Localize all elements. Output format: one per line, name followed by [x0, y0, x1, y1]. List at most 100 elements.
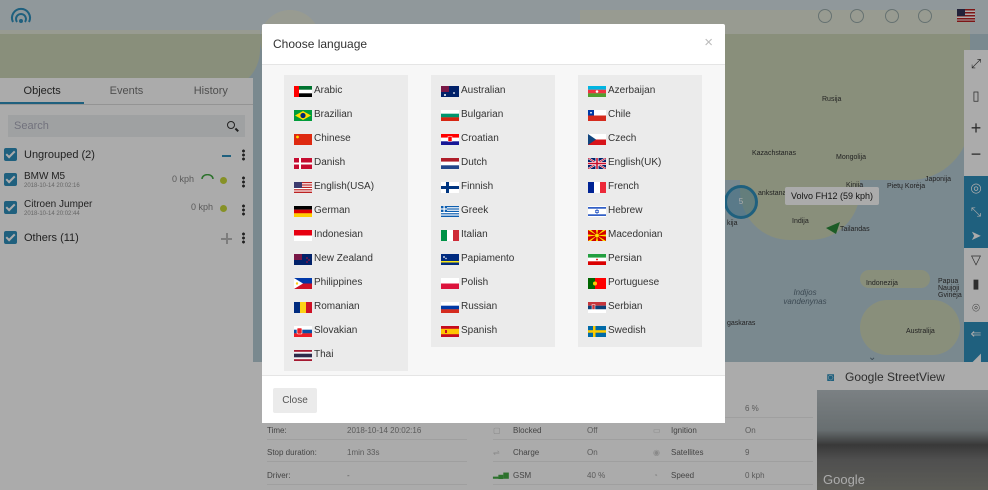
language-label: Serbian [608, 301, 643, 312]
flag-id-icon [294, 230, 312, 241]
language-option[interactable]: New Zealand [284, 247, 408, 271]
language-option[interactable]: Chinese [284, 127, 408, 151]
language-option[interactable]: Czech [578, 127, 702, 151]
language-option[interactable]: Macedonian [578, 223, 702, 247]
flag-us-icon [294, 182, 312, 193]
flag-nl-icon [441, 158, 459, 169]
language-label: Italian [461, 229, 488, 240]
language-label: Thai [314, 349, 334, 360]
flag-ru-icon [441, 302, 459, 313]
flag-se-icon [588, 326, 606, 337]
language-label: Croatian [461, 133, 499, 144]
flag-au-icon [441, 86, 459, 97]
language-dialog: Choose language × Arabic Brazilian Chinese… [262, 24, 725, 423]
flag-hr-icon [441, 134, 459, 145]
flag-br-icon [294, 110, 312, 121]
language-label: Chinese [314, 133, 351, 144]
language-option[interactable]: English(UK) [578, 151, 702, 175]
language-option[interactable]: Azerbaijan [578, 79, 702, 103]
dialog-footer: Close [262, 375, 725, 423]
flag-th-icon [294, 350, 312, 361]
language-option[interactable]: English(USA) [284, 175, 408, 199]
language-label: Swedish [608, 325, 646, 336]
language-option[interactable]: Hebrew [578, 199, 702, 223]
language-column: Arabic Brazilian Chinese Danish English(USA)… [284, 75, 408, 371]
language-option[interactable]: Persian [578, 247, 702, 271]
flag-rs-icon [588, 302, 606, 313]
language-option[interactable]: German [284, 199, 408, 223]
language-label: Polish [461, 277, 489, 288]
language-option[interactable]: Philippines [284, 271, 408, 295]
language-label: Finnish [461, 181, 494, 192]
language-label: German [314, 205, 351, 216]
language-option[interactable]: Thai [284, 343, 408, 367]
flag-ph-icon [294, 278, 312, 289]
flag-de-icon [294, 206, 312, 217]
language-option[interactable]: Portuguese [578, 271, 702, 295]
language-option[interactable]: Dutch [431, 151, 555, 175]
language-option[interactable]: Papiamento [431, 247, 555, 271]
language-option[interactable]: Chile [578, 103, 702, 127]
flag-dk-icon [294, 158, 312, 169]
flag-ae-icon [294, 86, 312, 97]
flag-fr-icon [588, 182, 606, 193]
language-option[interactable]: Italian [431, 223, 555, 247]
flag-ro-icon [294, 302, 312, 313]
flag-ir-icon [588, 254, 606, 265]
flag-gb-icon [588, 158, 606, 169]
language-option[interactable]: Arabic [284, 79, 408, 103]
language-label: Danish [314, 157, 346, 168]
flag-il-icon [588, 206, 606, 217]
language-option[interactable]: Bulgarian [431, 103, 555, 127]
flag-fi-icon [441, 182, 459, 193]
dialog-title: Choose language [273, 37, 368, 51]
language-label: Spanish [461, 325, 498, 336]
flag-cz-icon [588, 134, 606, 145]
language-label: Russian [461, 301, 498, 312]
language-option[interactable]: Russian [431, 295, 555, 319]
flag-cn-icon [294, 134, 312, 145]
language-label: Philippines [314, 277, 363, 288]
language-label: Bulgarian [461, 109, 504, 120]
language-option[interactable]: Swedish [578, 319, 702, 343]
language-option[interactable]: Serbian [578, 295, 702, 319]
language-option[interactable]: Greek [431, 199, 555, 223]
language-option[interactable]: Romanian [284, 295, 408, 319]
close-button[interactable]: Close [273, 388, 317, 413]
language-label: Chile [608, 109, 631, 120]
language-option[interactable]: Spanish [431, 319, 555, 343]
language-option[interactable]: Australian [431, 79, 555, 103]
language-option[interactable]: Brazilian [284, 103, 408, 127]
language-option[interactable]: Polish [431, 271, 555, 295]
language-label: Hebrew [608, 205, 643, 216]
language-label: Macedonian [608, 229, 663, 240]
language-label: Greek [461, 205, 489, 216]
language-column: Australian Bulgarian Croatian Dutch Finnish G… [431, 75, 555, 347]
dialog-body: Arabic Brazilian Chinese Danish English(USA)… [262, 65, 725, 375]
language-label: Portuguese [608, 277, 660, 288]
language-option[interactable]: French [578, 175, 702, 199]
language-label: Slovakian [314, 325, 358, 336]
language-label: English(UK) [608, 157, 662, 168]
flag-es-icon [441, 326, 459, 337]
language-label: Dutch [461, 157, 488, 168]
language-option[interactable]: Slovakian [284, 319, 408, 343]
language-option[interactable]: Indonesian [284, 223, 408, 247]
language-option[interactable]: Finnish [431, 175, 555, 199]
close-icon[interactable]: × [704, 34, 713, 51]
language-label: Persian [608, 253, 642, 264]
language-label: Australian [461, 85, 506, 96]
flag-cl-icon [588, 110, 606, 121]
language-label: Indonesian [314, 229, 363, 240]
language-option[interactable]: Croatian [431, 127, 555, 151]
language-option[interactable]: Danish [284, 151, 408, 175]
flag-sk-icon [294, 326, 312, 337]
flag-bg-icon [441, 110, 459, 121]
language-label: Czech [608, 133, 637, 144]
flag-az-icon [588, 86, 606, 97]
language-column: Azerbaijan Chile Czech English(UK) French Heb… [578, 75, 702, 347]
language-label: New Zealand [314, 253, 373, 264]
flag-pl-icon [441, 278, 459, 289]
flag-it-icon [441, 230, 459, 241]
language-label: Papiamento [461, 253, 515, 264]
